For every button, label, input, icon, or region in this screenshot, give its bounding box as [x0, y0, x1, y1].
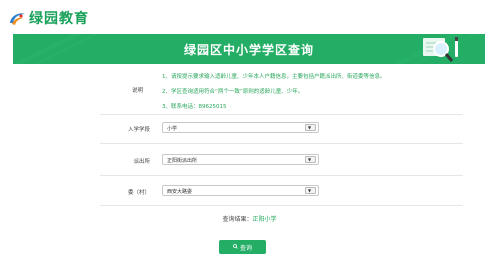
chevron-down-icon: ▼	[308, 188, 312, 193]
divider	[100, 114, 463, 115]
result-value: 正阳小学	[252, 216, 277, 223]
query-result: 查询结果：正阳小学	[0, 214, 499, 223]
station-label: 派出所	[133, 159, 150, 165]
info-line-1: 1、请按提示要求输入适龄儿童、少年本人户籍信息，主要包括户籍派出所、街道委等信息…	[162, 74, 386, 80]
query-button[interactable]: 查询	[219, 240, 266, 254]
info-line-3: 3、联系电话：89625015	[162, 104, 227, 110]
station-select-value: 正阳街派出所	[167, 158, 198, 164]
divider	[100, 143, 463, 144]
committee-dropdown-button[interactable]: ▼	[305, 187, 316, 194]
station-dropdown-button[interactable]: ▼	[305, 156, 316, 163]
magnifier-document-icon	[417, 34, 463, 64]
stage-select[interactable]: 小学 ▼	[162, 122, 319, 133]
committee-select[interactable]: 西安大路委 ▼	[162, 185, 319, 196]
page-banner: 绿园区中小学学区查询	[13, 34, 485, 64]
stage-label: 入学学段	[127, 127, 150, 133]
logo-swoosh-icon	[8, 11, 26, 27]
divider	[100, 175, 463, 176]
query-button-label: 查询	[239, 244, 252, 252]
page-title: 绿园区中小学学区查询	[183, 43, 314, 57]
logo-text: 绿园教育	[29, 11, 89, 27]
stage-select-value: 小学	[167, 126, 178, 132]
result-label: 查询结果：	[222, 216, 253, 223]
site-logo[interactable]: 绿园教育	[8, 8, 89, 30]
chevron-down-icon: ▼	[308, 125, 312, 130]
info-line-2: 2、学区查询适用符合“两个一致”原则的适龄儿童、少年。	[162, 89, 304, 95]
stage-dropdown-button[interactable]: ▼	[305, 124, 316, 131]
info-label: 说明	[132, 88, 144, 94]
committee-label: 委（村）	[127, 190, 150, 196]
divider	[100, 205, 463, 206]
search-icon	[233, 243, 238, 251]
committee-select-value: 西安大路委	[167, 189, 193, 195]
chevron-down-icon: ▼	[308, 157, 312, 162]
station-select[interactable]: 正阳街派出所 ▼	[162, 154, 319, 165]
